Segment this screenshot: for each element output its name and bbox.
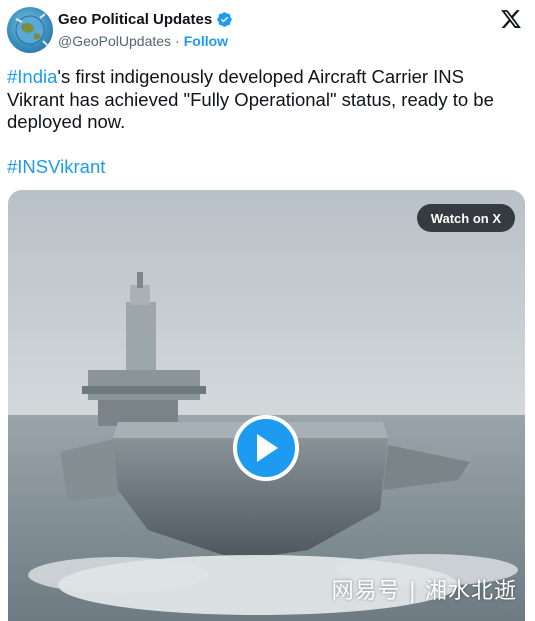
- play-button[interactable]: [233, 415, 299, 481]
- watch-on-x-button[interactable]: Watch on X: [416, 204, 515, 232]
- author-handle[interactable]: @GeoPolUpdates: [58, 33, 171, 49]
- video-player[interactable]: Watch on X 网易号 | 湘水北逝: [8, 190, 525, 621]
- hashtag-india[interactable]: #India: [7, 66, 57, 87]
- globe-icon: [15, 13, 48, 46]
- avatar[interactable]: [7, 7, 53, 53]
- tweet-body: 's first indigenously developed Aircraft…: [7, 66, 500, 132]
- author-handle-row: @GeoPolUpdates · Follow: [58, 33, 228, 49]
- author-name[interactable]: Geo Political Updates: [58, 11, 212, 28]
- hashtag-insvikrant[interactable]: #INSVikrant: [7, 156, 105, 177]
- x-logo-icon[interactable]: [500, 8, 522, 30]
- separator-dot: ·: [175, 33, 180, 49]
- follow-button[interactable]: Follow: [184, 33, 228, 49]
- tweet-header: Geo Political Updates @GeoPolUpdates · F…: [0, 0, 535, 60]
- verified-badge-icon: [217, 12, 232, 27]
- watermark: 网易号 | 湘水北逝: [331, 579, 517, 604]
- author-name-row: Geo Political Updates: [58, 11, 233, 28]
- tweet-text: #India's first indigenously developed Ai…: [7, 66, 522, 179]
- play-icon: [257, 434, 278, 462]
- aircraft-carrier-video-frame: [8, 190, 525, 621]
